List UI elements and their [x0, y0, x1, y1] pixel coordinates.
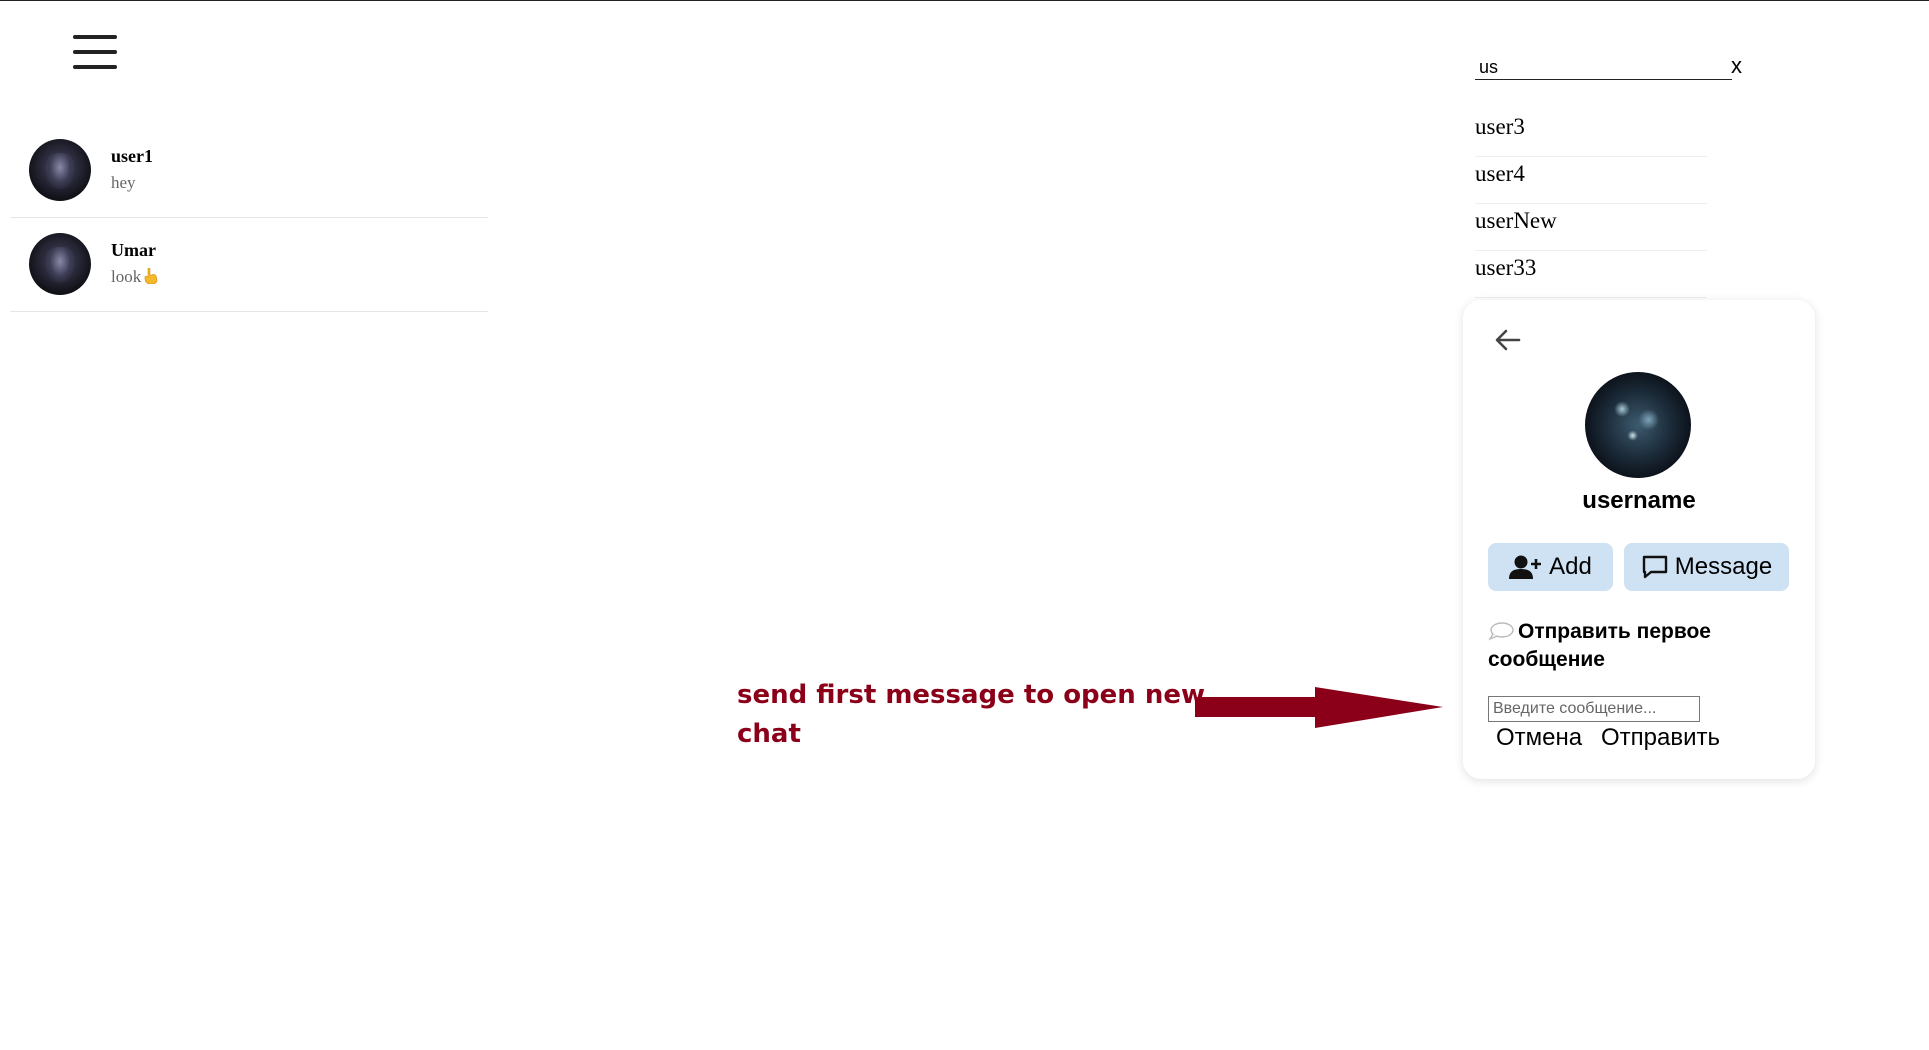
pointing-hand-emoji-icon: [144, 268, 158, 284]
first-message-heading: Отправить первое сообщение: [1488, 618, 1788, 674]
chat-preview-text: look: [111, 267, 142, 286]
menu-bar: [73, 50, 117, 54]
annotation-arrow-icon: [1195, 687, 1443, 728]
send-button[interactable]: Отправить: [1601, 724, 1720, 752]
search-result-item[interactable]: user4: [1475, 157, 1707, 204]
chat-item[interactable]: Umar look: [10, 218, 488, 312]
search-result-item[interactable]: userNew: [1475, 204, 1707, 251]
message-button-label: Message: [1674, 553, 1773, 580]
search-results: user3 user4 userNew user33: [1475, 110, 1707, 298]
avatar: [29, 233, 91, 295]
chat-item[interactable]: user1 hey: [10, 124, 488, 218]
first-message-text: Отправить первое сообщение: [1488, 620, 1711, 671]
message-icon: [1642, 555, 1667, 579]
search-result-item[interactable]: user3: [1475, 110, 1707, 157]
chat-name: user1: [111, 146, 153, 166]
search-result-item[interactable]: user33: [1475, 251, 1707, 298]
chat-preview-text: hey: [111, 173, 136, 192]
menu-bar: [73, 65, 117, 69]
search-input[interactable]: [1475, 55, 1732, 80]
profile-card: username Add Message Отправить первое со…: [1463, 300, 1815, 779]
search-close-button[interactable]: x: [1731, 53, 1742, 79]
chat-list: user1 hey Umar look: [10, 124, 488, 312]
message-button[interactable]: Message: [1624, 543, 1789, 591]
chat-preview: look: [111, 267, 158, 287]
chat-preview: hey: [111, 173, 136, 193]
hamburger-menu-icon[interactable]: [73, 35, 117, 71]
avatar: [29, 139, 91, 201]
speech-bubble-icon: [1488, 622, 1514, 641]
back-arrow-icon[interactable]: [1493, 328, 1521, 352]
cancel-button[interactable]: Отмена: [1496, 724, 1582, 752]
profile-avatar: [1585, 372, 1691, 478]
chat-name: Umar: [111, 240, 156, 260]
annotation-text: send first message to open new chat: [737, 680, 1206, 749]
top-border: [0, 0, 1929, 1]
message-input[interactable]: [1488, 696, 1700, 722]
profile-username: username: [1582, 487, 1696, 514]
add-button-label: Add: [1549, 553, 1592, 580]
add-friend-button[interactable]: Add: [1488, 543, 1613, 591]
add-user-icon: [1509, 555, 1542, 579]
menu-bar: [73, 35, 117, 39]
